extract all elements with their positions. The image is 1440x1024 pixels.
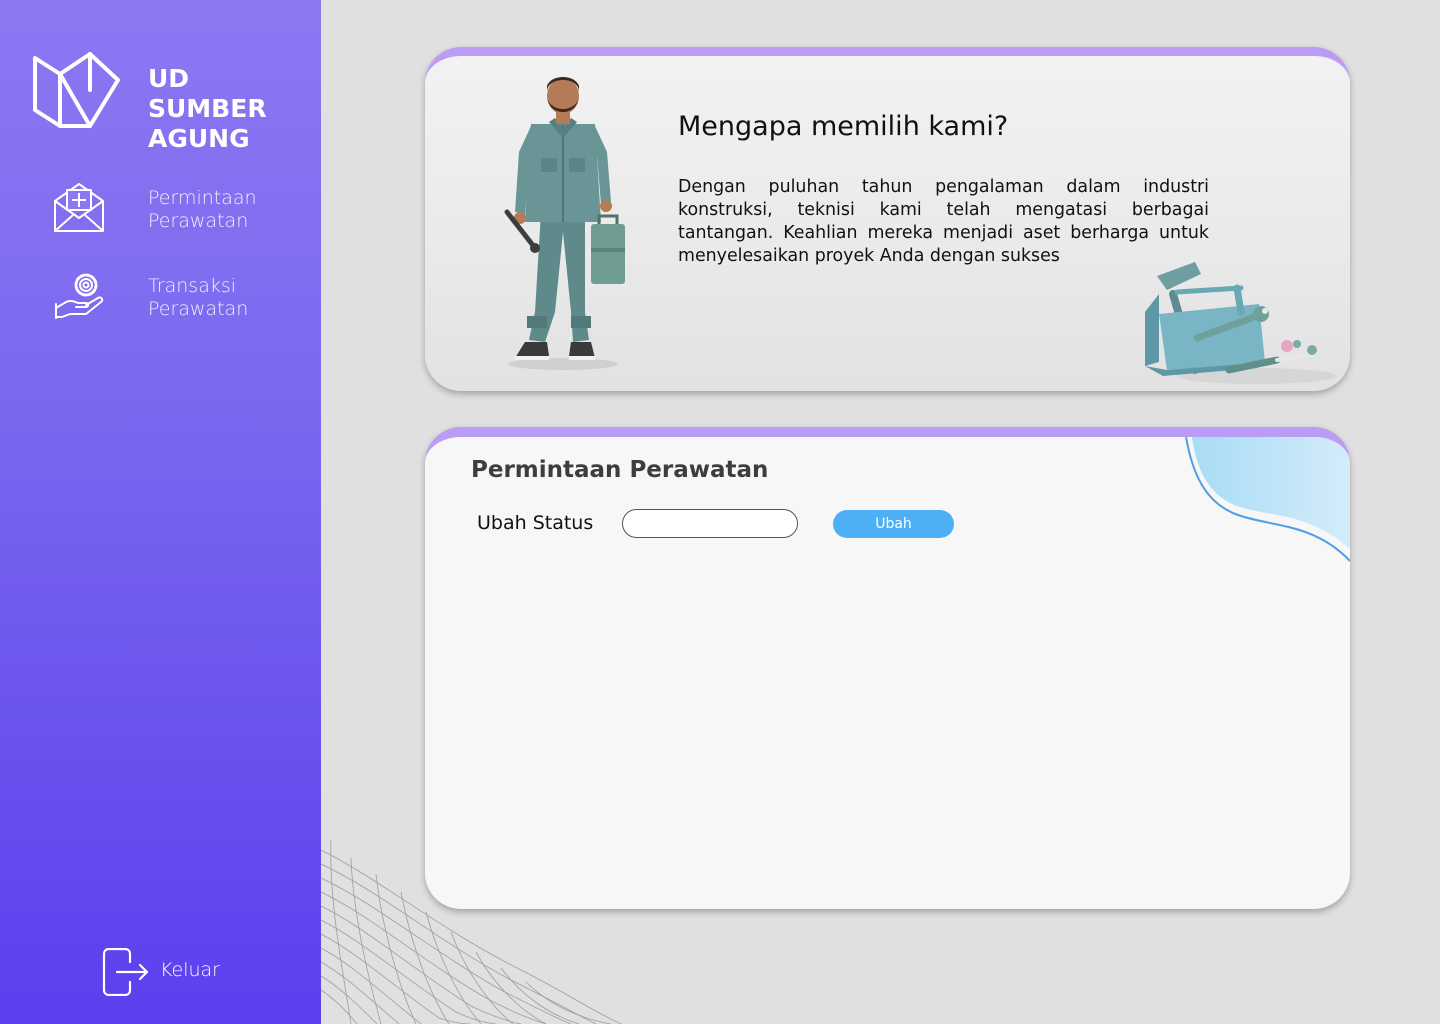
sidebar-item-transaksi-perawatan[interactable]: Transaksi Perawatan — [0, 268, 321, 332]
worker-illustration — [504, 77, 625, 370]
logout-icon — [102, 948, 149, 996]
hero-title: Mengapa memilih kami? — [678, 111, 1009, 142]
maintenance-request-card: Permintaan Perawatan Ubah Status Ubah — [425, 427, 1350, 909]
envelope-plus-icon — [54, 183, 104, 232]
sidebar-item-label: Permintaan Perawatan — [148, 187, 257, 232]
brand-name: UD SUMBER AGUNG — [148, 64, 267, 153]
sidebar: UD SUMBER AGUNG Permintaan Perawatan Tra… — [0, 0, 321, 1024]
hero-description: Dengan puluhan tahun pengalaman dalam in… — [678, 177, 1209, 266]
form-title: Permintaan Perawatan — [471, 457, 769, 483]
ubah-button[interactable]: Ubah — [833, 510, 954, 538]
logout-button[interactable]: Keluar — [100, 946, 240, 998]
hand-gear-icon — [55, 273, 104, 319]
hero-card: Mengapa memilih kami? Dengan puluhan tah… — [425, 47, 1350, 391]
status-label: Ubah Status — [477, 512, 594, 534]
logout-label: Keluar — [160, 959, 220, 981]
sidebar-item-permintaan-perawatan[interactable]: Permintaan Perawatan — [0, 180, 321, 244]
logo-book-icon — [33, 52, 120, 128]
status-input[interactable] — [622, 509, 798, 538]
toolbox-illustration — [1145, 262, 1337, 384]
sidebar-item-label: Transaksi Perawatan — [148, 275, 249, 320]
wave-decoration — [1185, 437, 1350, 562]
